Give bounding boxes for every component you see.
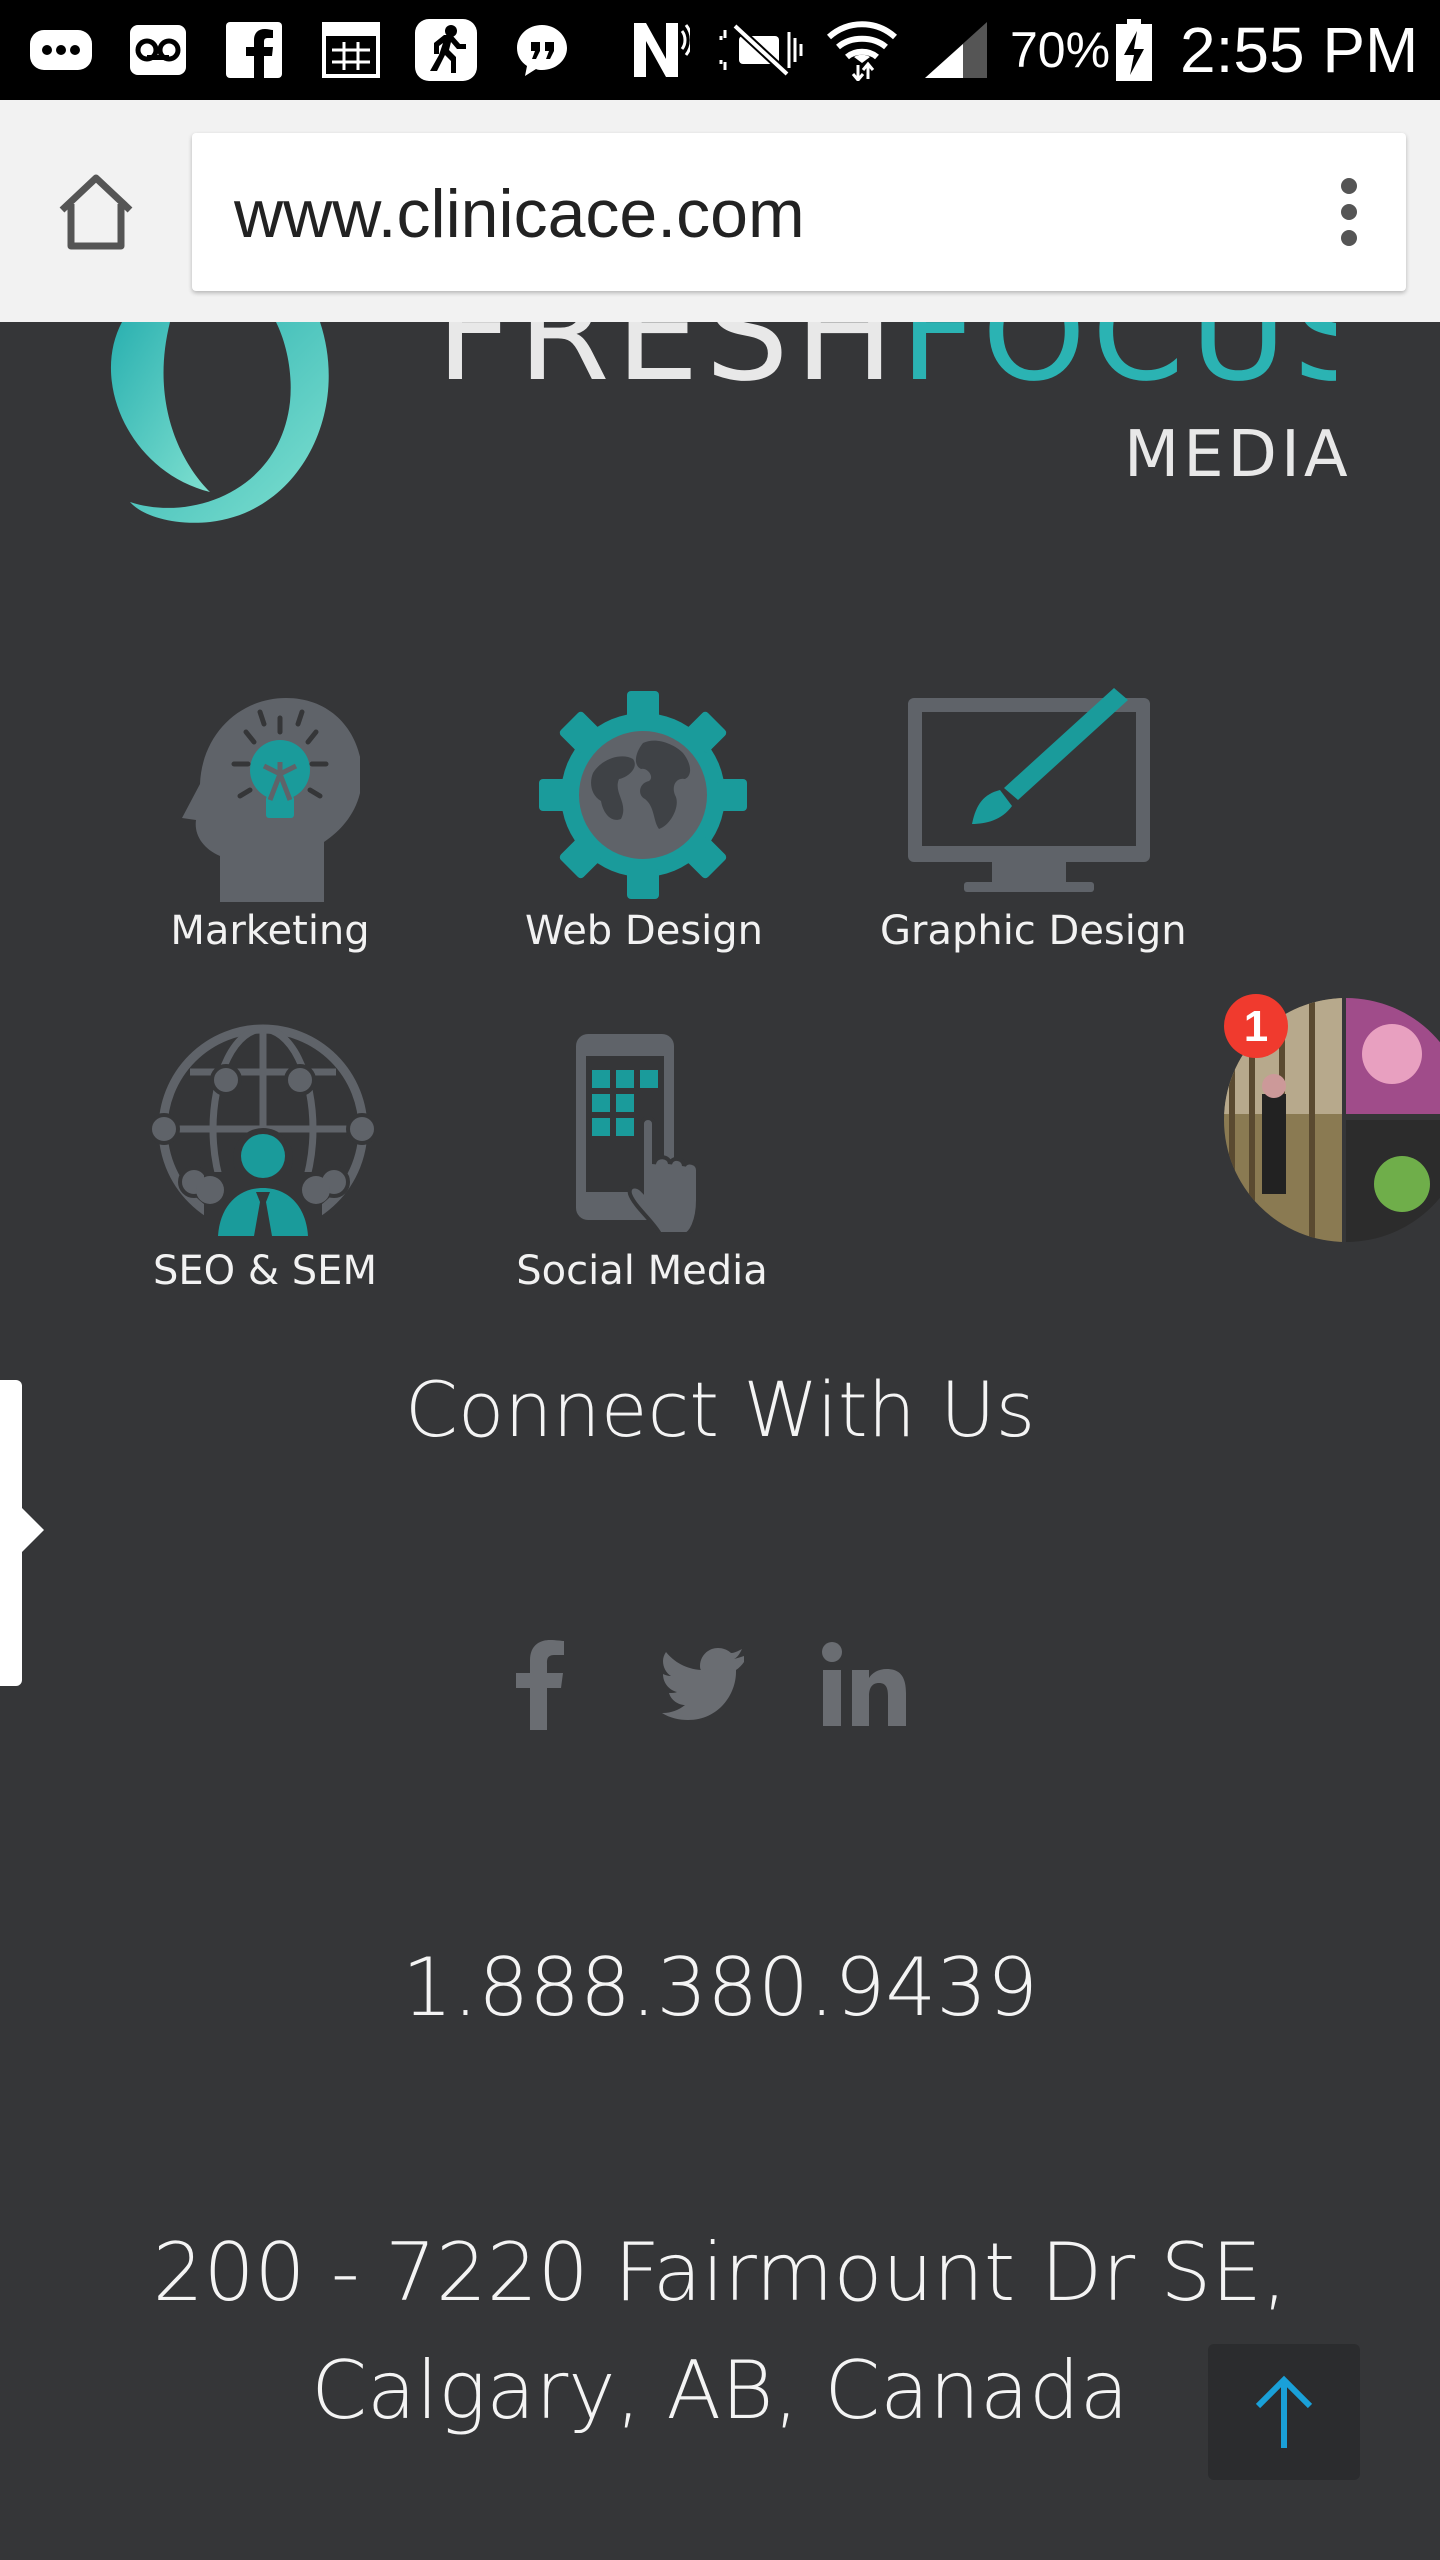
monitor-brush-icon[interactable] xyxy=(904,684,1154,898)
globe-gear-icon[interactable] xyxy=(538,690,748,900)
chat-head-badge: 1 xyxy=(1244,1002,1268,1051)
quote-icon xyxy=(512,22,572,78)
network-globe-icon[interactable] xyxy=(148,1022,378,1236)
wifi-icon xyxy=(824,21,900,81)
clock: 2:55 PM xyxy=(1180,14,1419,86)
phone-touch-icon[interactable] xyxy=(572,1030,718,1236)
connect-heading: Connect With Us xyxy=(404,1365,1036,1454)
address-line-1: 200 - 7220 Fairmount Dr SE, xyxy=(152,2226,1288,2319)
linkedin-icon[interactable] xyxy=(822,1642,906,1726)
logo-fresh: FRESH xyxy=(436,322,901,411)
chat-head[interactable]: 1 xyxy=(1222,994,1440,1244)
side-drawer-arrow-icon[interactable] xyxy=(22,1508,44,1552)
logo-wordmark: FRESHFOCUS xyxy=(436,322,1336,412)
service-label-graphic-design[interactable]: Graphic Design xyxy=(880,908,1187,954)
signal-icon xyxy=(922,22,990,78)
service-label-social-media[interactable]: Social Media xyxy=(502,1248,782,1294)
battery-percentage: 70% xyxy=(1010,22,1111,78)
logo-media: MEDIA xyxy=(1124,418,1352,492)
logo-focus: FOCUS xyxy=(900,322,1336,411)
mute-icon xyxy=(714,22,806,78)
service-label-marketing[interactable]: Marketing xyxy=(130,908,410,954)
facebook-icon xyxy=(224,22,284,78)
arrow-up-icon xyxy=(1252,2374,1316,2450)
overflow-menu-icon[interactable] xyxy=(1336,177,1362,247)
lightbulb-head-icon[interactable] xyxy=(180,688,363,902)
logo-mark xyxy=(90,322,420,532)
voicemail-icon xyxy=(128,22,188,78)
url-text[interactable]: www.clinicace.com xyxy=(234,172,805,256)
phone-number[interactable]: 1.888.380.9439 xyxy=(0,1938,1440,2038)
running-icon xyxy=(414,19,478,81)
scroll-to-top-button[interactable] xyxy=(1208,2344,1360,2480)
home-icon[interactable] xyxy=(54,170,138,254)
service-label-web-design[interactable]: Web Design xyxy=(504,908,784,954)
facebook-icon[interactable] xyxy=(514,1640,574,1730)
twitter-icon[interactable] xyxy=(662,1648,744,1720)
status-bar: 70% 2:55 PM xyxy=(0,0,1440,100)
voicemail-dots-icon xyxy=(26,22,96,78)
nfc-icon xyxy=(630,22,690,78)
service-label-seo-sem[interactable]: SEO & SEM xyxy=(120,1248,410,1294)
calendar-icon xyxy=(320,22,382,78)
battery-charging-icon xyxy=(1114,19,1154,81)
